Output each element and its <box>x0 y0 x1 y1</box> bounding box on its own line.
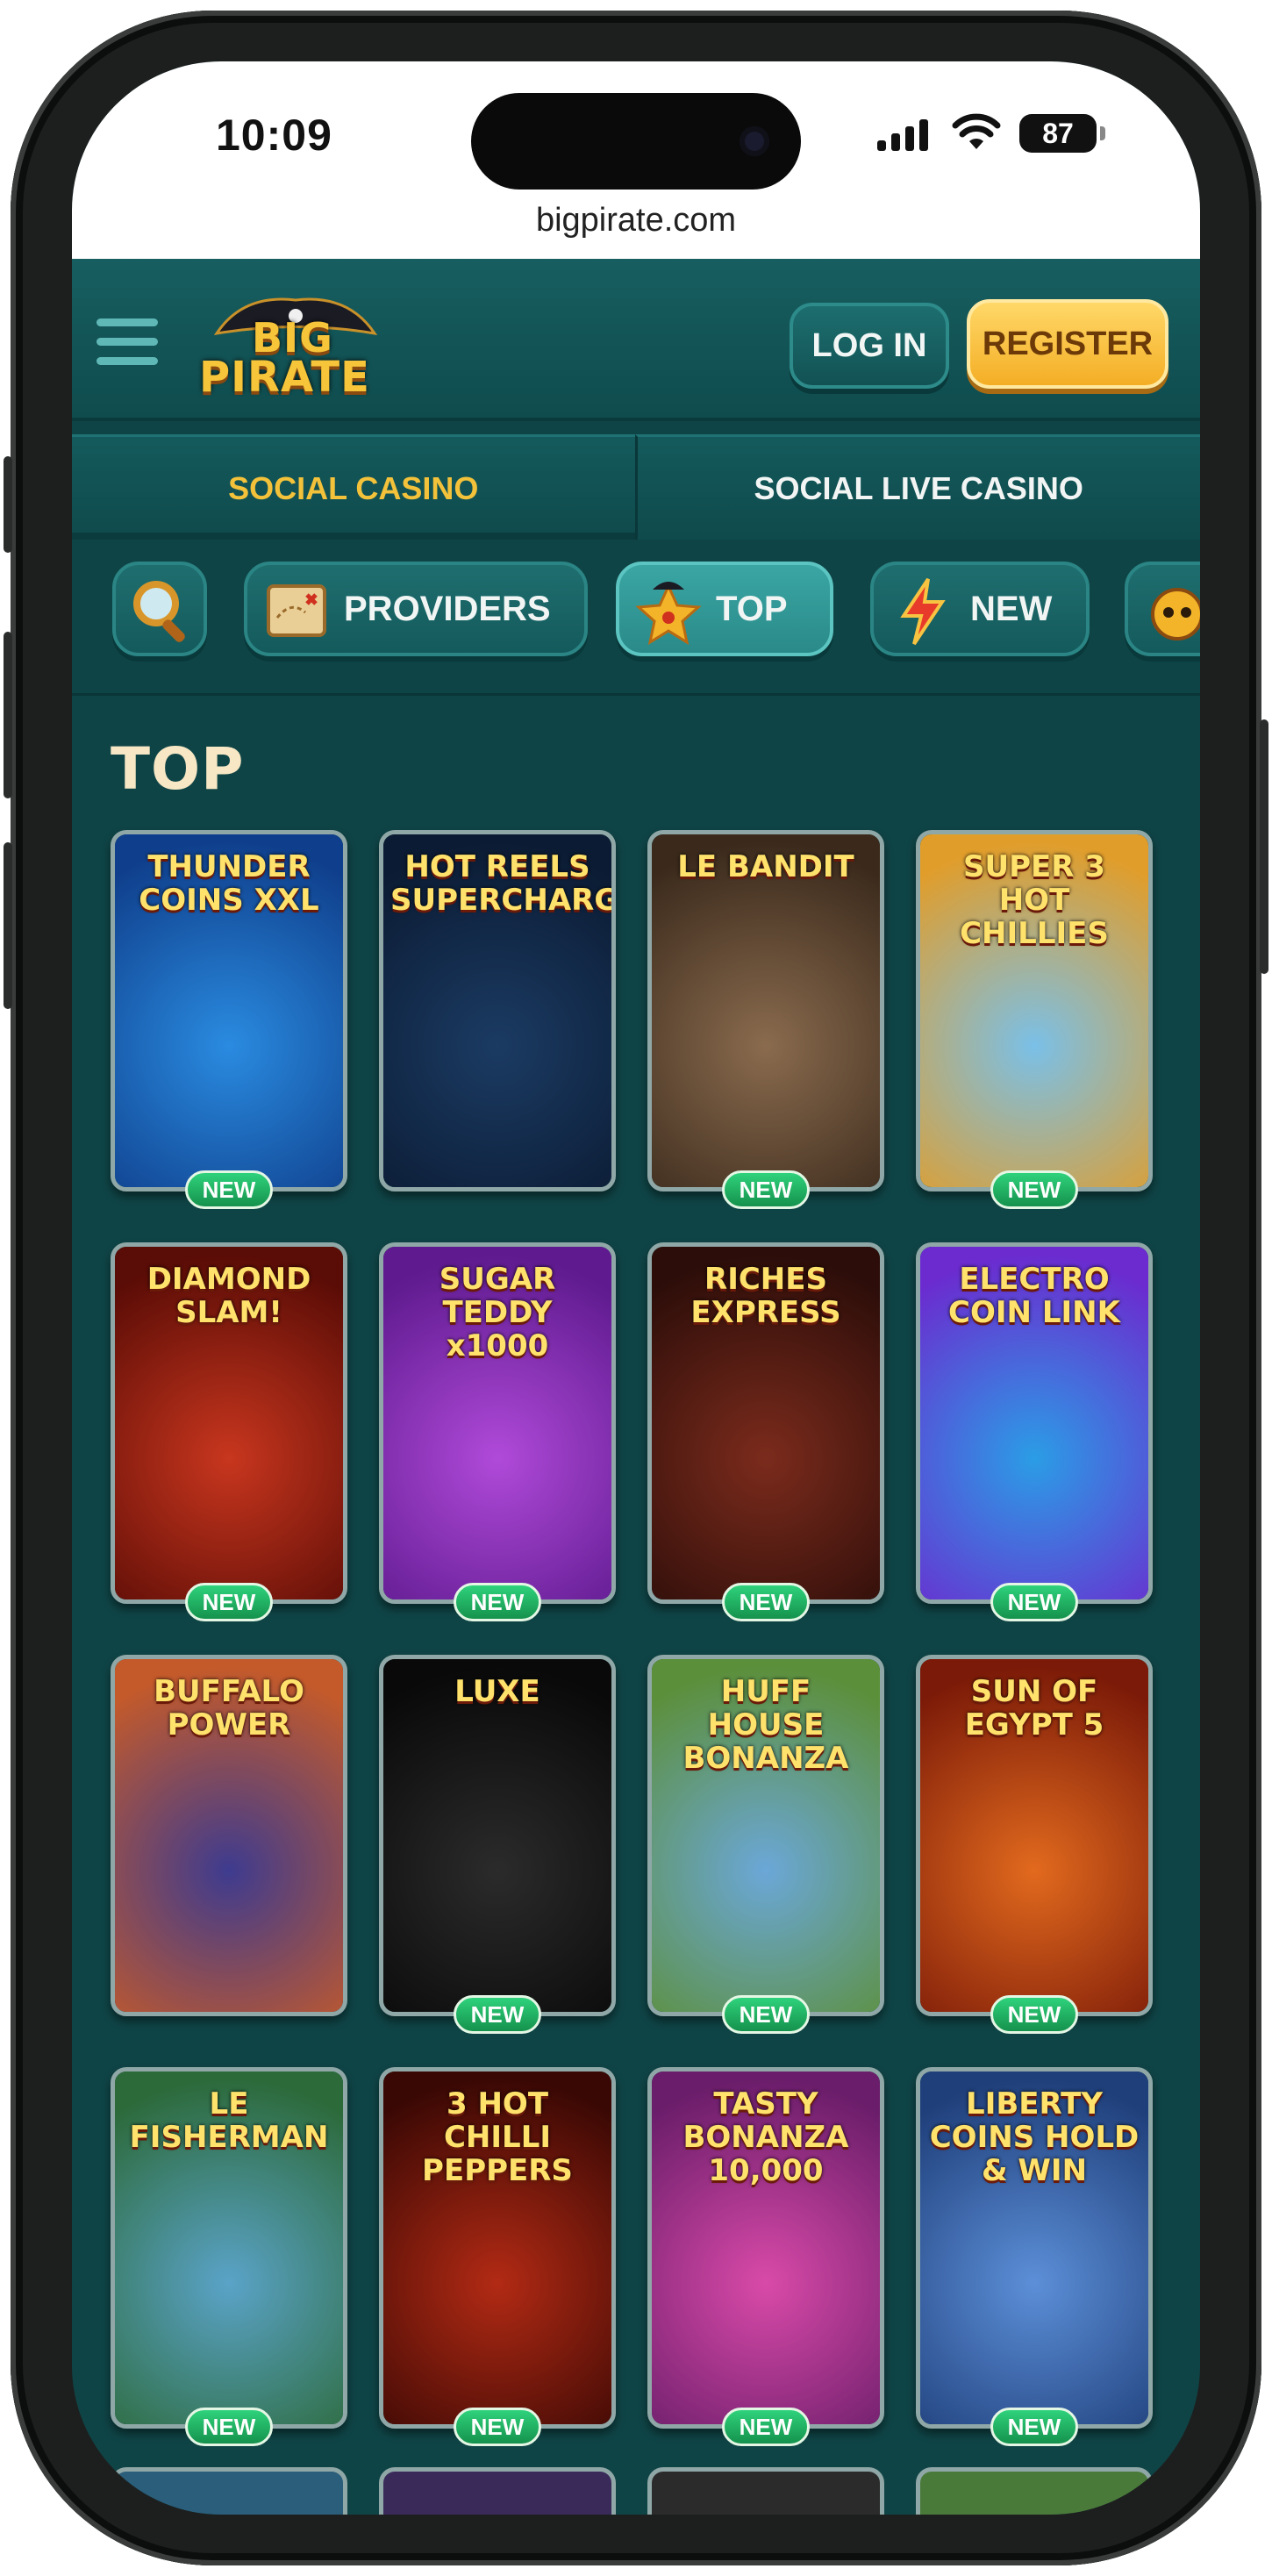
camera-icon <box>740 126 769 156</box>
game-title: SUPER 3 HOT CHILLIES <box>960 849 1109 951</box>
register-button[interactable]: REGISTER <box>967 299 1168 389</box>
game-artwork <box>383 1659 611 2012</box>
game-tile[interactable]: BUFFALO POWER <box>111 1655 347 2016</box>
new-badge: NEW <box>722 1583 810 1621</box>
game-title: LE BANDIT <box>677 849 854 884</box>
game-title: SUN OF EGYPT 5 <box>964 1674 1104 1742</box>
filter-top-label: TOP <box>716 590 788 628</box>
mute-switch <box>4 456 12 553</box>
game-title: BUFFALO POWER <box>154 1674 304 1742</box>
game-tile[interactable]: SUPER 3 HOT CHILLIES <box>916 830 1153 1191</box>
new-badge: NEW <box>185 1170 273 1209</box>
status-time: 10:09 <box>216 111 332 160</box>
game-tile[interactable]: HUFF HOUSE BONANZA <box>647 1655 884 2016</box>
game-tile[interactable]: RICHES EXPRESS <box>647 1242 884 1604</box>
new-badge: NEW <box>454 2408 541 2446</box>
battery-tip <box>1100 126 1105 140</box>
game-tile[interactable]: HOT REELS SUPERCHARGED <box>379 830 616 1191</box>
search-button[interactable] <box>112 562 207 656</box>
treasure-map-icon <box>267 584 326 637</box>
volume-up-button <box>4 632 12 798</box>
game-title: 3 HOT CHILLI PEPPERS <box>422 2086 573 2188</box>
menu-icon[interactable] <box>96 318 158 366</box>
filter-bar: PROVIDERS TOP NEW <box>72 562 1200 684</box>
dynamic-island <box>471 93 801 190</box>
pirate-star-icon <box>635 582 702 646</box>
game-tile[interactable]: LUXE <box>379 1655 616 2016</box>
filter-more[interactable] <box>1125 562 1200 656</box>
volume-down-button <box>4 842 12 1009</box>
game-tile[interactable]: LE FISHERMAN <box>111 2067 347 2429</box>
filter-new-label: NEW <box>970 590 1053 628</box>
filter-new[interactable]: NEW <box>870 562 1090 656</box>
game-tile[interactable]: 3 HOT CHILLI PEPPERS <box>379 2067 616 2429</box>
cellular-signal-icon <box>877 118 928 151</box>
tab-social-casino[interactable]: SOCIAL CASINO <box>72 434 635 540</box>
game-title: RICHES EXPRESS <box>690 1262 841 1330</box>
game-tile[interactable]: ELECTRO COIN LINK <box>916 1242 1153 1604</box>
screen: 10:09 87 bigpirate.com BIG PIRATE LOG IN… <box>72 61 1200 2515</box>
game-tile[interactable]: SUGAR TEDDY x1000 <box>379 1242 616 1604</box>
logo-word-2: PIRATE <box>199 353 370 402</box>
new-badge: NEW <box>454 1583 541 1621</box>
game-tile-partial[interactable] <box>379 2467 616 2515</box>
big-pirate-logo[interactable]: BIG PIRATE <box>182 290 401 404</box>
filter-top[interactable]: TOP <box>616 562 833 656</box>
magnifier-icon <box>133 581 185 642</box>
new-badge: NEW <box>990 1583 1078 1621</box>
section-title: TOP <box>111 735 245 803</box>
game-title: DIAMOND SLAM! <box>146 1262 311 1330</box>
game-tile-partial[interactable] <box>647 2467 884 2515</box>
game-tile[interactable]: LIBERTY COINS HOLD & WIN <box>916 2067 1153 2429</box>
new-badge: NEW <box>454 1995 541 2034</box>
game-title: LIBERTY COINS HOLD & WIN <box>929 2086 1140 2188</box>
next-row-partial <box>111 2467 1172 2515</box>
new-badge: NEW <box>990 2408 1078 2446</box>
power-button <box>1260 719 1268 974</box>
game-title: TASTY BONANZA 10,000 <box>682 2086 849 2188</box>
filter-providers-label: PROVIDERS <box>344 590 551 628</box>
divider <box>72 693 1200 696</box>
game-tile[interactable]: THUNDER COINS XXL <box>111 830 347 1191</box>
game-title: SUGAR TEDDY x1000 <box>439 1262 556 1363</box>
game-tile-partial[interactable] <box>111 2467 347 2515</box>
site-header: BIG PIRATE LOG IN REGISTER <box>72 259 1200 421</box>
game-title: LUXE <box>454 1674 540 1709</box>
wifi-icon <box>952 113 1001 149</box>
login-button[interactable]: LOG IN <box>790 303 949 389</box>
game-tile[interactable]: TASTY BONANZA 10,000 <box>647 2067 884 2429</box>
tab-social-live-casino[interactable]: SOCIAL LIVE CASINO <box>634 434 1200 540</box>
game-tile-partial[interactable] <box>916 2467 1153 2515</box>
game-artwork <box>652 834 880 1187</box>
new-badge: NEW <box>185 2408 273 2446</box>
filter-providers[interactable]: PROVIDERS <box>244 562 588 656</box>
new-badge: NEW <box>990 1995 1078 2034</box>
game-title: THUNDER COINS XXL <box>139 849 319 918</box>
new-badge: NEW <box>722 1170 810 1209</box>
url-bar[interactable]: bigpirate.com <box>72 202 1200 240</box>
game-tile[interactable]: LE BANDIT <box>647 830 884 1191</box>
game-title: HOT REELS SUPERCHARGED <box>390 849 611 918</box>
new-badge: NEW <box>722 2408 810 2446</box>
game-title: HUFF HOUSE BONANZA <box>682 1674 849 1776</box>
category-tabs: SOCIAL CASINO SOCIAL LIVE CASINO <box>72 434 1200 540</box>
skull-icon <box>1151 588 1200 640</box>
lightning-icon <box>900 577 946 646</box>
new-badge: NEW <box>185 1583 273 1621</box>
battery-indicator: 87 <box>1019 114 1097 153</box>
game-title: LE FISHERMAN <box>129 2086 329 2155</box>
game-tile[interactable]: SUN OF EGYPT 5 <box>916 1655 1153 2016</box>
new-badge: NEW <box>990 1170 1078 1209</box>
game-tile[interactable]: DIAMOND SLAM! <box>111 1242 347 1604</box>
game-title: ELECTRO COIN LINK <box>948 1262 1120 1330</box>
status-bar: 10:09 87 bigpirate.com <box>72 61 1200 259</box>
new-badge: NEW <box>722 1995 810 2034</box>
